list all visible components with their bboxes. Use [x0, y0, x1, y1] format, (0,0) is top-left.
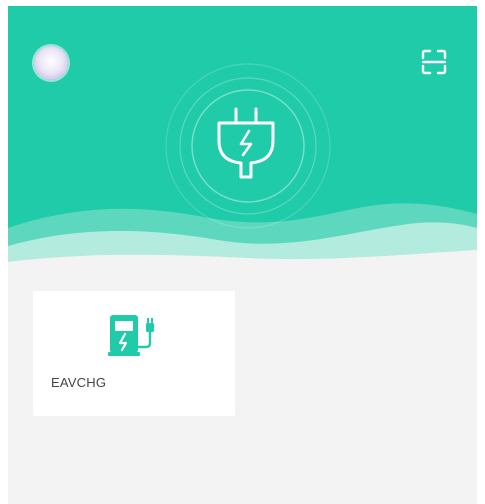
avatar[interactable] — [34, 46, 68, 80]
charging-station-icon — [108, 315, 154, 356]
app-screen: EAVCHG — [8, 6, 477, 504]
scan-icon[interactable] — [420, 48, 448, 76]
plug-icon — [217, 107, 275, 179]
device-card[interactable]: EAVCHG — [33, 291, 235, 416]
header-banner — [8, 6, 477, 268]
device-name: EAVCHG — [51, 375, 107, 390]
